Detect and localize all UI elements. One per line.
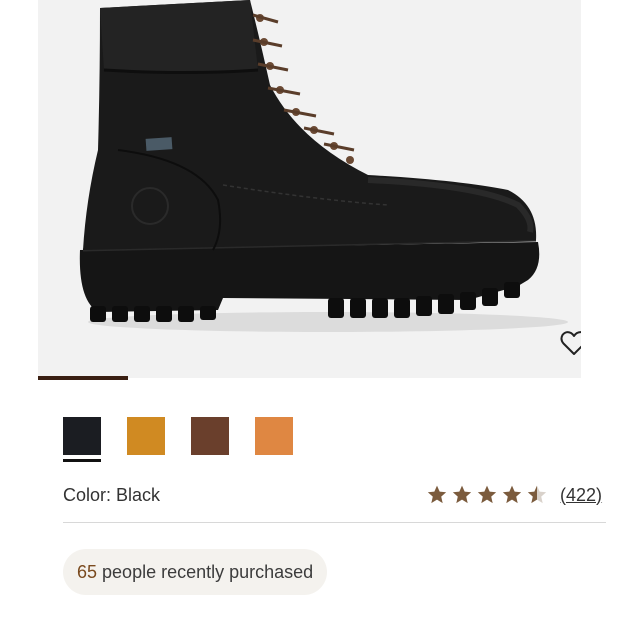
- rating-stars: [426, 484, 548, 506]
- heart-outline-icon: [560, 331, 581, 355]
- star-icon: [501, 484, 523, 506]
- swatch-rust[interactable]: [255, 417, 293, 455]
- wishlist-button[interactable]: [560, 330, 581, 364]
- gallery-progress-bar: [38, 376, 581, 380]
- swatch-black[interactable]: [63, 417, 101, 462]
- divider: [63, 522, 606, 523]
- review-count-link[interactable]: (422): [560, 485, 602, 506]
- recent-purchases-count: 65: [77, 561, 98, 582]
- selected-color-label: Color: Black: [63, 485, 161, 505]
- star-icon: [426, 484, 448, 506]
- product-image[interactable]: [38, 0, 581, 378]
- star-icon: [476, 484, 498, 506]
- star-icon: [451, 484, 473, 506]
- star-icon: [526, 484, 548, 506]
- gallery-progress-indicator: [38, 376, 129, 380]
- swatch-brown[interactable]: [191, 417, 229, 455]
- rating: (422): [426, 481, 602, 509]
- recent-purchases-text: people recently purchased: [102, 561, 314, 582]
- recent-purchases-badge: 65 people recently purchased: [63, 549, 328, 595]
- swatch-wheat[interactable]: [127, 417, 165, 455]
- boot-image: [79, 0, 568, 332]
